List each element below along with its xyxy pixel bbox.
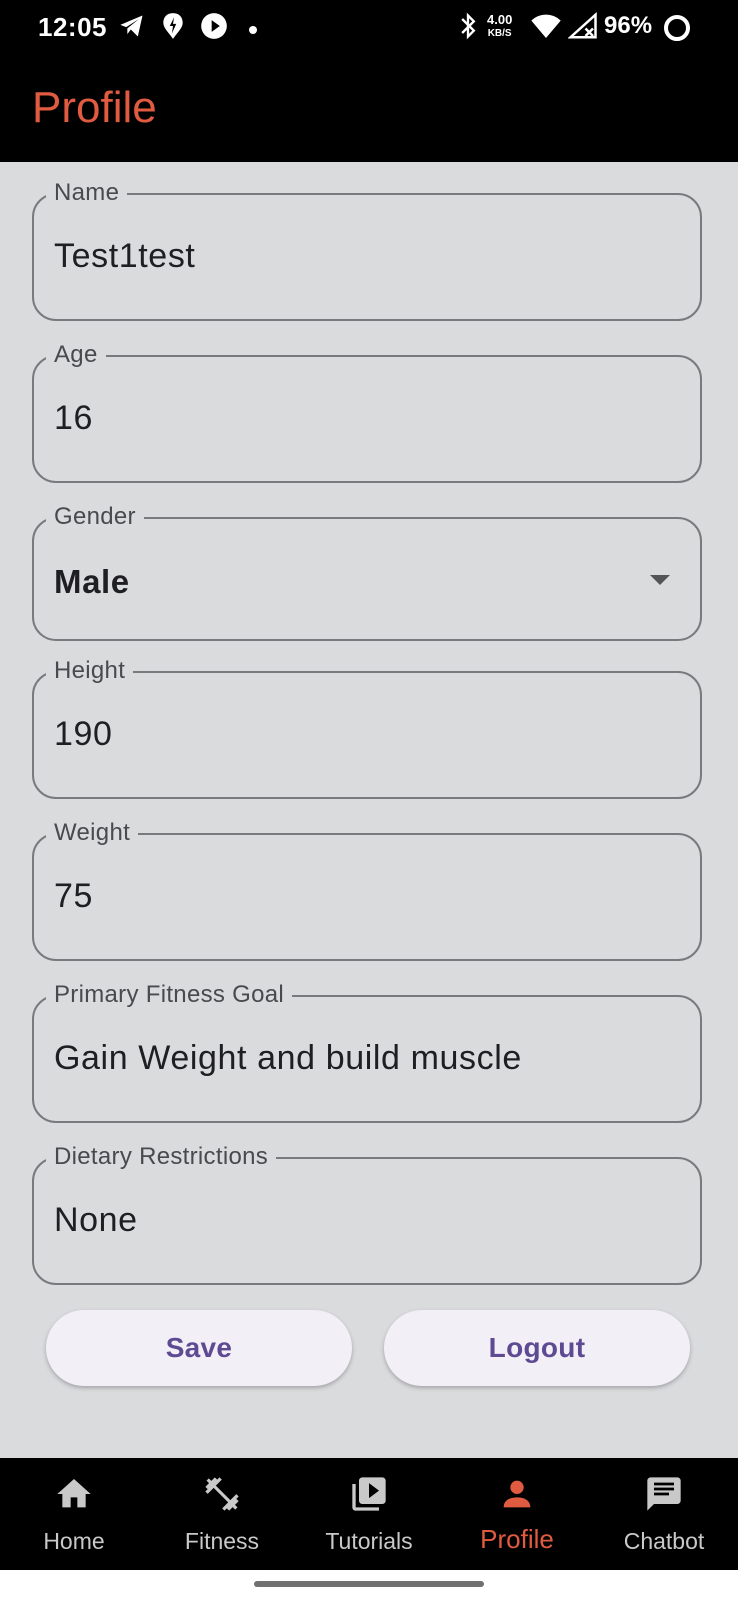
- nav-item-chatbot[interactable]: Chatbot: [590, 1458, 738, 1570]
- home-icon: [54, 1474, 94, 1519]
- net-speed-unit: KB/S: [487, 28, 512, 39]
- height-field-border: [32, 671, 702, 799]
- home-gesture-handle[interactable]: [254, 1581, 484, 1587]
- gender-selected-value[interactable]: Male: [54, 563, 130, 601]
- logout-button[interactable]: Logout: [384, 1310, 690, 1386]
- video-library-icon: [349, 1474, 389, 1519]
- age-input[interactable]: 16: [54, 399, 93, 438]
- chat-icon: [644, 1474, 684, 1519]
- nav-label-tutorials: Tutorials: [325, 1528, 413, 1554]
- status-bar: 12:05 4.00 KB/S 96%: [0, 0, 738, 58]
- battery-ring-icon: [662, 13, 692, 48]
- weight-field-border: [32, 833, 702, 961]
- name-field[interactable]: Name Test1test: [32, 177, 706, 321]
- nav-label-home: Home: [43, 1528, 105, 1554]
- dietary-restrictions-field[interactable]: Dietary Restrictions None: [32, 1141, 706, 1285]
- height-input[interactable]: 190: [54, 715, 113, 754]
- dropdown-arrow-icon[interactable]: [650, 575, 670, 585]
- wifi-icon: [530, 12, 562, 45]
- signal-icon: [567, 11, 598, 45]
- app-notification-icon: [160, 12, 186, 45]
- fitness-goal-field[interactable]: Primary Fitness Goal Gain Weight and bui…: [32, 979, 706, 1123]
- name-field-label: Name: [46, 177, 128, 209]
- nav-item-profile[interactable]: Profile: [443, 1458, 591, 1570]
- telegram-icon: [118, 12, 146, 45]
- net-speed-value: 4.00: [487, 12, 513, 27]
- battery-percentage: 96%: [604, 12, 653, 39]
- nav-label-chatbot: Chatbot: [623, 1528, 705, 1554]
- bottom-navigation: Home Fitness Tutorials Profile Chatbot: [0, 1458, 738, 1570]
- page-title: Profile: [32, 83, 157, 132]
- person-icon: [497, 1474, 537, 1519]
- nav-label-profile: Profile: [480, 1524, 554, 1554]
- bluetooth-icon: [458, 12, 478, 45]
- nav-item-fitness[interactable]: Fitness: [148, 1458, 296, 1570]
- status-time: 12:05: [38, 12, 107, 42]
- weight-field[interactable]: Weight 75: [32, 817, 706, 961]
- gender-field-label: Gender: [46, 501, 144, 533]
- fitness-goal-field-label: Primary Fitness Goal: [46, 979, 293, 1011]
- youtube-icon: [200, 12, 228, 45]
- net-speed: 4.00 KB/S: [487, 13, 512, 41]
- age-field[interactable]: Age 16: [32, 339, 706, 483]
- age-field-label: Age: [46, 339, 106, 371]
- app-bar: Profile: [0, 58, 738, 162]
- dot-icon: [248, 22, 258, 40]
- weight-input[interactable]: 75: [54, 877, 93, 916]
- nav-item-tutorials[interactable]: Tutorials: [295, 1458, 443, 1570]
- dietary-restrictions-input[interactable]: None: [54, 1201, 138, 1240]
- weight-field-label: Weight: [46, 817, 139, 849]
- gender-dropdown[interactable]: Gender Male: [32, 501, 706, 641]
- nav-label-fitness: Fitness: [184, 1528, 260, 1554]
- save-button[interactable]: Save: [46, 1310, 352, 1386]
- height-field[interactable]: Height 190: [32, 655, 706, 799]
- dietary-restrictions-field-label: Dietary Restrictions: [46, 1141, 277, 1173]
- system-gesture-area: [0, 1570, 738, 1600]
- height-field-label: Height: [46, 655, 134, 687]
- age-field-border: [32, 355, 702, 483]
- dumbbell-icon: [202, 1474, 242, 1519]
- name-input[interactable]: Test1test: [54, 237, 195, 276]
- gender-field-border: [32, 517, 702, 641]
- nav-item-home[interactable]: Home: [0, 1458, 148, 1570]
- fitness-goal-input[interactable]: Gain Weight and build muscle: [54, 1039, 522, 1078]
